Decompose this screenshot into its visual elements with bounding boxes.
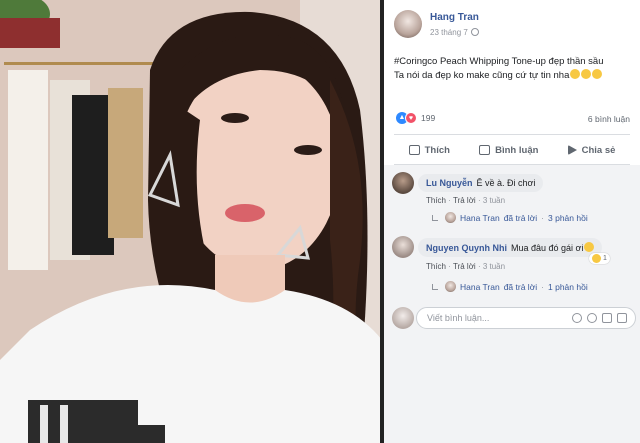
post-text-line-1: #Coringco Peach Whipping Tone-up đẹp thầ… — [394, 56, 604, 67]
comment-count-link[interactable]: 6 bình luận — [588, 114, 630, 124]
share-button[interactable]: Chia sẻ — [567, 144, 616, 156]
reply-author-avatar — [445, 212, 456, 223]
like-button[interactable]: Thích — [408, 144, 450, 156]
view-replies-link[interactable]: Hana Tran đã trả lời · 1 phản hồi — [432, 281, 588, 292]
comment-icon — [479, 145, 491, 155]
commenter-avatar[interactable] — [392, 172, 414, 194]
comment-tools — [572, 313, 627, 323]
reply-arrow-icon — [432, 283, 438, 290]
photo-illustration — [0, 0, 382, 443]
heart-eyes-reaction-icon — [592, 254, 601, 263]
sticker-icon[interactable] — [617, 313, 627, 323]
globe-icon — [470, 28, 479, 36]
post-panel: Hang Tran 23 tháng 7 #Coringco Peach Whi… — [384, 0, 640, 443]
grin-emoji-icon — [592, 69, 603, 79]
reply-author-avatar — [445, 281, 456, 292]
comment-text: Mua đâu đó gái ơi — [511, 243, 584, 253]
comment-bubble: Nguyen Quynh Nhi Mua đâu đó gái ơi — [418, 238, 603, 257]
like-button-label: Thích — [424, 144, 450, 156]
comment-input[interactable]: Viết bình luận... — [416, 307, 636, 329]
comment-meta: Thích · Trả lời · 3 tuần — [426, 196, 506, 205]
commenter-avatar[interactable] — [392, 236, 414, 258]
comment-text: Ê về à. Đi chơi — [476, 178, 536, 188]
reply-author: Hana Tran — [460, 281, 500, 292]
commenter-name[interactable]: Lu Nguyễn — [426, 178, 473, 188]
reply-action: đã trả lời — [503, 212, 538, 223]
post-author-name[interactable]: Hang Tran — [430, 12, 479, 23]
comment-button-label: Bình luận — [495, 144, 539, 156]
comment-button[interactable]: Bình luận — [479, 145, 538, 156]
reply-action: đã trả lời — [503, 281, 538, 292]
comment-like-link[interactable]: Thích — [426, 196, 446, 205]
divider-line — [394, 134, 630, 135]
comment-reply-link[interactable]: Trả lời — [453, 262, 476, 271]
reaction-summary[interactable]: ▲ ♥ 199 — [396, 112, 435, 124]
post-photo[interactable] — [0, 0, 382, 443]
grin-emoji-icon — [570, 69, 581, 79]
share-icon — [567, 145, 577, 155]
gif-icon[interactable] — [602, 313, 612, 323]
grin-emoji-icon — [581, 69, 592, 79]
comments-section — [384, 165, 640, 443]
author-avatar[interactable] — [394, 10, 422, 38]
post-timestamp[interactable]: 23 tháng 7 — [430, 28, 479, 37]
comment-reaction-badge[interactable]: 1 — [589, 253, 610, 264]
comment-meta: Thích · Trả lời · 3 tuần — [426, 262, 506, 271]
view-replies-link[interactable]: Hana Tran đã trả lời · 3 phản hồi — [432, 212, 588, 223]
commenter-name[interactable]: Nguyen Quynh Nhi — [426, 243, 507, 253]
share-button-label: Chia sẻ — [581, 144, 616, 156]
love-reaction-icon: ♥ — [405, 112, 417, 124]
thumbs-up-icon — [408, 145, 420, 155]
heart-eyes-emoji-icon — [584, 242, 595, 252]
post-actions-bar: Thích Bình luận Chia sẻ — [394, 139, 630, 161]
comment-time[interactable]: 3 tuần — [483, 196, 505, 205]
post-time-text: 23 tháng 7 — [430, 28, 468, 37]
reply-count: 1 phản hồi — [548, 281, 588, 292]
comment-input-placeholder: Viết bình luận... — [427, 313, 490, 323]
camera-icon[interactable] — [587, 313, 597, 323]
comment-time[interactable]: 3 tuần — [483, 262, 505, 271]
comment-like-link[interactable]: Thích — [426, 262, 446, 271]
current-user-avatar — [392, 307, 414, 329]
reply-arrow-icon — [432, 214, 438, 221]
comment-reply-link[interactable]: Trả lời — [453, 196, 476, 205]
comment-bubble: Lu Nguyễn Ê về à. Đi chơi — [418, 174, 544, 192]
reaction-count: 199 — [421, 113, 436, 123]
post-text-line-2: Ta nói da đẹp ko make cũng cứ tự tin nha — [394, 70, 570, 81]
emoji-icon[interactable] — [572, 313, 582, 323]
post-text: #Coringco Peach Whipping Tone-up đẹp thầ… — [394, 55, 636, 83]
reply-count: 3 phản hồi — [548, 212, 588, 223]
comment-reaction-count: 1 — [603, 255, 607, 262]
reply-author: Hana Tran — [460, 212, 500, 223]
